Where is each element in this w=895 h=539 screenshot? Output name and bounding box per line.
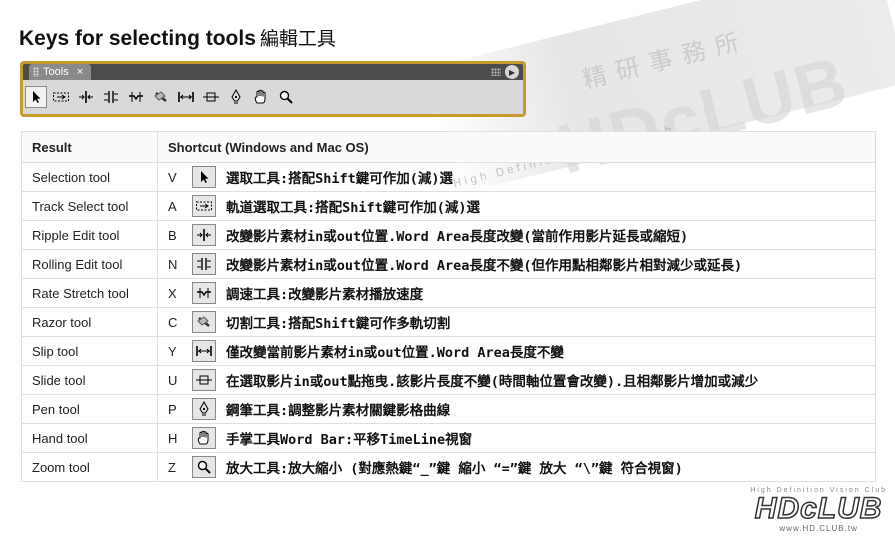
result-cell: Hand tool	[21, 423, 158, 453]
shortcut-description: 調速工具:改變影片素材播放速度	[226, 287, 424, 303]
table-header-row: Result Shortcut (Windows and Mac OS)	[21, 131, 876, 163]
result-cell: Rate Stretch tool	[21, 278, 158, 308]
corner-logo-tagline: High Definition Vision Club	[750, 487, 887, 494]
shortcut-description: 切割工具:搭配Shift鍵可作多軌切割	[226, 316, 451, 332]
shortcut-description: 僅改變當前影片素材in或out位置.Word Area長度不變	[226, 345, 564, 361]
shortcut-key: Z	[168, 459, 176, 475]
shortcut-cell: Y 僅改變當前影片素材in或out位置.Word Area長度不變	[157, 336, 876, 366]
rate-stretch-tool-icon[interactable]	[125, 86, 147, 108]
zoom-tool-icon	[192, 456, 216, 478]
result-cell: Razor tool	[21, 307, 158, 337]
shortcut-cell: P 鋼筆工具:調整影片素材關鍵影格曲線	[157, 394, 876, 424]
result-cell: Rolling Edit tool	[21, 249, 158, 279]
shortcut-key: N	[168, 256, 178, 272]
shortcut-description: 放大工具:放大縮小 (對應熱鍵“_”鍵 縮小 “=”鍵 放大 “\”鍵 符合視窗…	[226, 461, 683, 477]
tab-tools[interactable]: Tools ×	[29, 64, 92, 80]
shortcut-description: 手掌工具Word Bar:平移TimeLine視窗	[226, 432, 473, 448]
slip-tool-icon[interactable]	[175, 86, 197, 108]
table-row: Slide tool U 在選取影片in或out點拖曳.該影片長度不變(時間軸位置會…	[21, 365, 876, 395]
table-row: Zoom tool Z 放大工具:放大縮小 (對應熱鍵“_”鍵 縮小 “=”鍵 放大…	[21, 452, 876, 482]
rate-tool-icon	[192, 282, 216, 304]
zoom-tool-icon[interactable]	[275, 86, 297, 108]
table-row: Rate Stretch tool X 調速工具:改變影片素材播放速度	[21, 278, 876, 308]
shortcut-description: 鋼筆工具:調整影片素材關鍵影格曲線	[226, 403, 451, 419]
table-row: Pen tool P 鋼筆工具:調整影片素材關鍵影格曲線	[21, 394, 876, 424]
shortcut-cell: H 手掌工具Word Bar:平移TimeLine視窗	[157, 423, 876, 453]
watermark-chinese: 精研事務所	[579, 25, 752, 95]
result-cell: Zoom tool	[21, 452, 158, 482]
shortcut-key: B	[168, 227, 177, 243]
shortcut-key: V	[168, 169, 177, 185]
shortcut-cell: X 調速工具:改變影片素材播放速度	[157, 278, 876, 308]
razor-tool-icon[interactable]	[150, 86, 172, 108]
ripple-tool-icon	[192, 224, 216, 246]
selection-tool-icon[interactable]	[25, 86, 47, 108]
page-title-english: Keys for selecting tools	[19, 27, 256, 50]
tab-grip-icon[interactable]	[33, 67, 39, 77]
result-cell: Pen tool	[21, 394, 158, 424]
shortcut-cell: A 軌道選取工具:搭配Shift鍵可作加(減)選	[157, 191, 876, 221]
hand-tool-icon	[192, 427, 216, 449]
corner-logo: High Definition Vision Club HDcLUB www.H…	[750, 487, 887, 533]
shortcut-cell: Z 放大工具:放大縮小 (對應熱鍵“_”鍵 縮小 “=”鍵 放大 “\”鍵 符合視…	[157, 452, 876, 482]
panel-menu-icon[interactable]: ▶	[505, 65, 519, 79]
shortcut-description: 軌道選取工具:搭配Shift鍵可作加(減)選	[226, 200, 481, 216]
header-result: Result	[21, 131, 158, 163]
table-row: Hand tool H 手掌工具Word Bar:平移TimeLine視窗	[21, 423, 876, 453]
hand-tool-icon[interactable]	[250, 86, 272, 108]
pen-tool-icon	[192, 398, 216, 420]
page-title-chinese: 編輯工具	[259, 29, 336, 50]
header-shortcut: Shortcut (Windows and Mac OS)	[157, 131, 876, 163]
ripple-edit-tool-icon[interactable]	[75, 86, 97, 108]
shortcut-key: X	[168, 285, 177, 301]
tools-toolbar	[23, 80, 523, 114]
shortcut-cell: C 切割工具:搭配Shift鍵可作多軌切割	[157, 307, 876, 337]
table-row: Rolling Edit tool N 改變影片素材in或out位置.Word Ar…	[21, 249, 876, 279]
slip-tool-icon	[192, 340, 216, 362]
shortcut-key: Y	[168, 343, 177, 359]
result-cell: Ripple Edit tool	[21, 220, 158, 250]
table-row: Ripple Edit tool B 改變影片素材in或out位置.Word Are…	[21, 220, 876, 250]
result-cell: Selection tool	[21, 162, 158, 192]
slide-tool-icon	[192, 369, 216, 391]
shortcut-cell: V 選取工具:搭配Shift鍵可作加(減)選	[157, 162, 876, 192]
shortcut-cell: B 改變影片素材in或out位置.Word Area長度改變(當前作用影片延長或縮…	[157, 220, 876, 250]
track-select-tool-icon[interactable]	[50, 86, 72, 108]
close-icon[interactable]: ×	[77, 64, 83, 80]
shortcut-description: 改變影片素材in或out位置.Word Area長度改變(當前作用影片延長或縮短…	[226, 229, 689, 245]
pen-tool-icon[interactable]	[225, 86, 247, 108]
shortcut-key: C	[168, 314, 178, 330]
page-title: Keys for selecting tools 編輯工具	[19, 24, 336, 51]
shortcut-key: H	[168, 430, 178, 446]
table-row: Track Select tool A 軌道選取工具:搭配Shift鍵可作加(減)選	[21, 191, 876, 221]
tab-tools-label: Tools	[43, 66, 69, 78]
shortcut-key: U	[168, 372, 178, 388]
selection-tool-icon	[192, 166, 216, 188]
shortcut-table: Result Shortcut (Windows and Mac OS) Sel…	[21, 131, 876, 482]
shortcut-key: A	[168, 198, 177, 214]
corner-logo-url: www.HD.CLUB.tw	[779, 524, 858, 533]
panel-grip-icon[interactable]	[491, 68, 501, 76]
razor-tool-icon	[192, 311, 216, 333]
shortcut-description: 在選取影片in或out點拖曳.該影片長度不變(時間軸位置會改變).且相鄰影片增加…	[226, 374, 759, 390]
shortcut-key: P	[168, 401, 177, 417]
result-cell: Slip tool	[21, 336, 158, 366]
tools-panel-header: Tools × ▶	[23, 64, 523, 80]
table-row: Slip tool Y 僅改變當前影片素材in或out位置.Word Area長度不…	[21, 336, 876, 366]
track-select-tool-icon	[192, 195, 216, 217]
table-row: Selection tool V 選取工具:搭配Shift鍵可作加(減)選	[21, 162, 876, 192]
corner-logo-text: HDcLUB	[754, 492, 883, 525]
shortcut-description: 選取工具:搭配Shift鍵可作加(減)選	[226, 171, 454, 187]
table-row: Razor tool C 切割工具:搭配Shift鍵可作多軌切割	[21, 307, 876, 337]
rolling-edit-tool-icon[interactable]	[100, 86, 122, 108]
rolling-tool-icon	[192, 253, 216, 275]
shortcut-description: 改變影片素材in或out位置.Word Area長度不變(但作用點相鄰影片相對減…	[226, 258, 743, 274]
shortcut-cell: N 改變影片素材in或out位置.Word Area長度不變(但作用點相鄰影片相對…	[157, 249, 876, 279]
slide-tool-icon[interactable]	[200, 86, 222, 108]
shortcut-cell: U 在選取影片in或out點拖曳.該影片長度不變(時間軸位置會改變).且相鄰影片增…	[157, 365, 876, 395]
result-cell: Track Select tool	[21, 191, 158, 221]
result-cell: Slide tool	[21, 365, 158, 395]
tools-panel: Tools × ▶	[20, 61, 526, 117]
